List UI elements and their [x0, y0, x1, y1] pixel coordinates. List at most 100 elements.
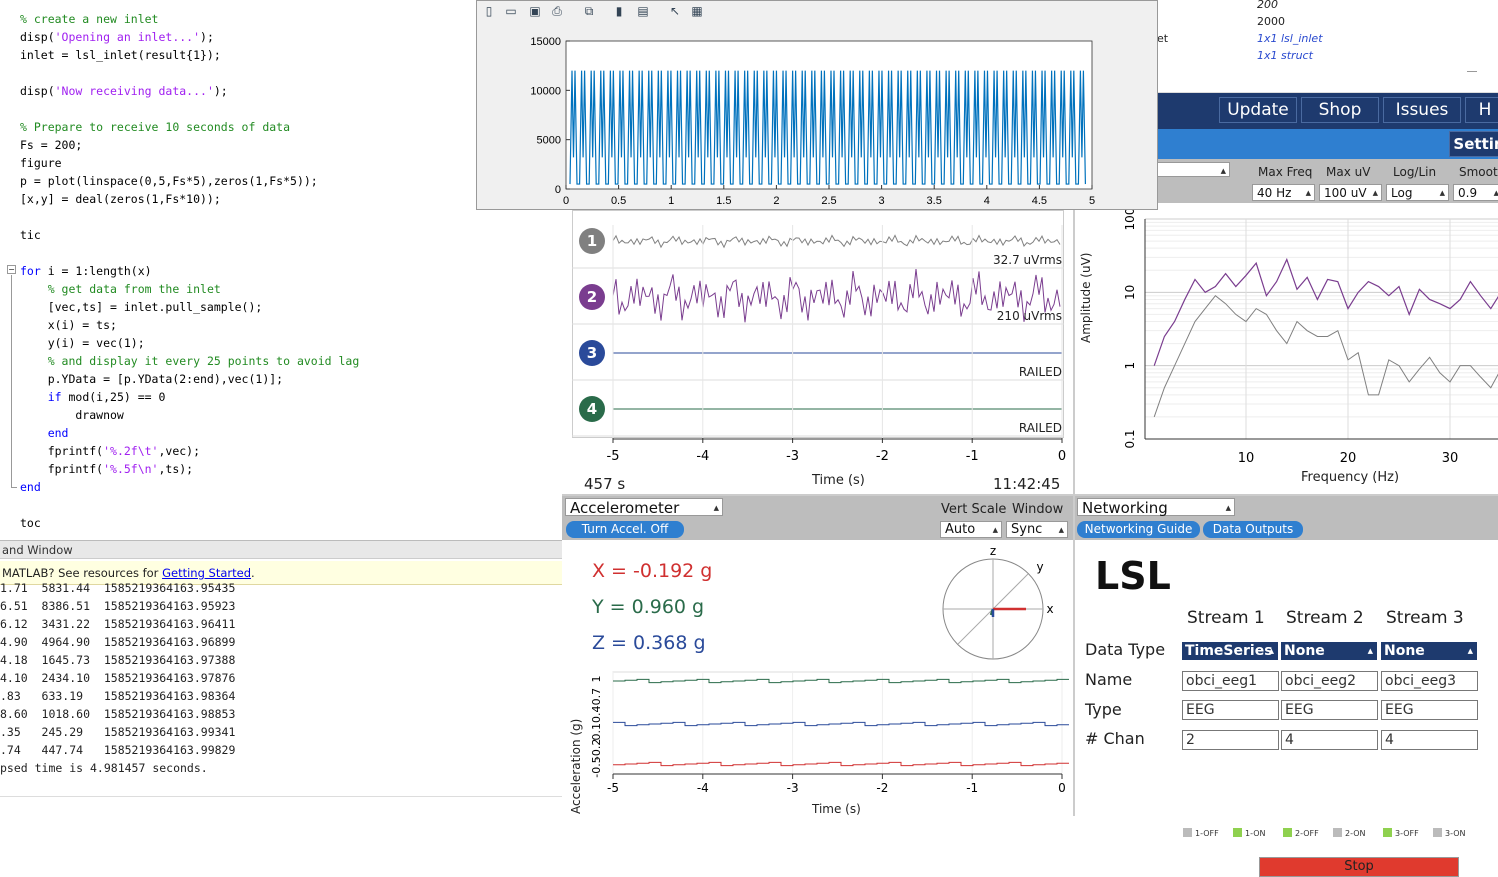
issues-button[interactable]: Issues	[1383, 97, 1461, 123]
code-line[interactable]: y(i) = vec(1);	[20, 334, 145, 352]
code-line[interactable]: inlet = lsl_inlet(result{1});	[20, 46, 221, 64]
pointer-icon[interactable]: ↖	[667, 3, 683, 19]
stream-1-chan-field[interactable]: 2	[1182, 730, 1279, 750]
window-dropdown[interactable]: Sync	[1006, 521, 1068, 538]
save-icon[interactable]: ▣	[527, 3, 543, 19]
matlab-figure-window[interactable]: ▯ ▭ ▣ ⎙ ⧉ ▮ ▤ ↖ ▦ 15000 10000 5000 0 0 0.5 1 1.5 2 2.5 3 3.…	[476, 0, 1158, 210]
code-line[interactable]: p = plot(linspace(0,5,Fs*5),zeros(1,Fs*5…	[20, 172, 318, 190]
stop-button[interactable]: Stop	[1259, 857, 1459, 877]
code-line[interactable]: p.YData = [p.YData(2:end),vec(1)];	[20, 370, 283, 388]
command-window[interactable]: and Window MATLAB? See resources for Get…	[0, 540, 562, 816]
code-line[interactable]: % Prepare to receive 10 seconds of data	[20, 118, 290, 136]
stream-2-datatype-dropdown[interactable]: None	[1281, 642, 1377, 660]
code-line[interactable]: [x,y] = deal(zeros(1,Fs*10));	[20, 190, 221, 208]
code-line[interactable]: Fs = 200;	[20, 136, 82, 154]
code-line[interactable]: drawnow	[20, 406, 124, 424]
smoothing-dropdown[interactable]: 0.9	[1453, 184, 1498, 201]
code-line[interactable]: x(i) = ts;	[20, 316, 117, 334]
accel-y-tick: 0.7	[590, 688, 603, 706]
shop-button[interactable]: Shop	[1301, 97, 1379, 123]
code-line[interactable]: fprintf('%.5f\n',ts);	[20, 460, 193, 478]
figure-y-tick: 5000	[537, 135, 561, 147]
code-line[interactable]: % and display it every 25 points to avoi…	[20, 352, 360, 370]
workspace-value-x: 2000	[1257, 15, 1285, 28]
getting-started-link[interactable]: Getting Started	[162, 566, 251, 580]
code-line[interactable]: end	[20, 424, 69, 442]
colorbar-icon[interactable]: ▮	[611, 3, 627, 19]
stream-2-chan-field[interactable]: 4	[1281, 730, 1378, 750]
data-outputs-button[interactable]: Data Outputs	[1203, 521, 1303, 538]
minimize-icon[interactable]	[1467, 71, 1477, 72]
stream-1-datatype-dropdown[interactable]: TimeSeries	[1182, 642, 1278, 660]
code-line[interactable]: toc	[20, 514, 41, 532]
fold-line	[11, 275, 12, 487]
loglin-dropdown[interactable]: Log	[1386, 184, 1449, 201]
stream-3-chan-field[interactable]: 4	[1381, 730, 1478, 750]
code-token: % and display it every 25 points to avoi…	[47, 354, 360, 368]
update-button[interactable]: Update	[1219, 97, 1297, 123]
code-line[interactable]: for i = 1:length(x)	[20, 262, 152, 280]
networking-guide-button[interactable]: Networking Guide	[1077, 521, 1200, 538]
new-icon[interactable]: ▯	[481, 3, 497, 19]
code-token: '%.2f\t'	[103, 444, 159, 458]
time-series-widget[interactable]: 1 32.7 uVrms 2 210 uVrms 3 RAILED 4 RAILED -5 -4 -…	[562, 210, 1073, 495]
code-token: [vec,ts] = inlet.pull_sample();	[20, 300, 263, 314]
fft-x-tick: 20	[1340, 451, 1357, 466]
output-line: .74 447.74 1585219364163.99829	[0, 743, 236, 757]
print-icon[interactable]: ⎙	[549, 3, 565, 19]
channel-1-trace	[612, 234, 1061, 249]
stream-3-name-field[interactable]: obci_eeg3	[1381, 671, 1478, 691]
code-token: ,vec);	[158, 444, 201, 458]
code-line[interactable]: disp('Now receiving data...');	[20, 82, 228, 100]
fft-widget-select[interactable]	[1157, 162, 1230, 179]
fft-y-tick: 1	[1123, 362, 1137, 370]
legend-icon[interactable]: ▤	[635, 3, 651, 19]
figure-x-tick: 4	[984, 195, 990, 207]
output-line: .83 633.19 1585219364163.98364	[0, 689, 236, 703]
code-line[interactable]: if mod(i,25) == 0	[20, 388, 166, 406]
code-line[interactable]: disp('Opening an inlet...');	[20, 28, 214, 46]
code-token: drawnow	[20, 408, 124, 422]
help-button[interactable]: H	[1465, 97, 1498, 123]
stream-1-name-field[interactable]: obci_eeg1	[1182, 671, 1279, 691]
compass-label: x	[1046, 602, 1053, 616]
stream-1-type-field[interactable]: EEG	[1182, 700, 1279, 720]
link-icon[interactable]: ⧉	[581, 3, 597, 19]
code-line[interactable]: fprintf('%.2f\t',vec);	[20, 442, 200, 460]
fft-widget[interactable]: 100 10 1 0.1 10 20 30 Amplitude (uV) Frequency…	[1075, 203, 1498, 495]
fold-marker[interactable]: −	[7, 265, 16, 274]
networking-widget-select[interactable]: Networking	[1077, 498, 1235, 517]
stream-3-type-field[interactable]: EEG	[1381, 700, 1478, 720]
stream-2-header: Stream 2	[1286, 608, 1364, 628]
networking-widget[interactable]: Networking Networking Guide Data Outputs…	[1075, 496, 1498, 877]
code-line[interactable]: end	[20, 478, 41, 496]
figure-x-tick: 0	[563, 195, 569, 207]
code-line[interactable]: % get data from the inlet	[20, 280, 221, 298]
accel-widget-select[interactable]: Accelerometer	[565, 498, 723, 517]
legend-item: 3-OFF	[1383, 828, 1419, 838]
output-line: psed time is 4.981457 seconds.	[0, 761, 208, 775]
legend-item: 3-ON	[1433, 828, 1465, 838]
settings-button[interactable]: Settin	[1449, 131, 1498, 157]
property-icon[interactable]: ▦	[689, 3, 705, 19]
workspace-panel[interactable]: 200 2000 et 1x1 lsl_inlet 1x1 struct	[1157, 0, 1498, 65]
stream-2-type-field[interactable]: EEG	[1281, 700, 1378, 720]
fft-y-tick: 100	[1123, 208, 1137, 231]
open-icon[interactable]: ▭	[503, 3, 519, 19]
accelerometer-widget[interactable]: Accelerometer Vert Scale Window Auto Syn…	[562, 496, 1073, 816]
vert-scale-dropdown[interactable]: Auto	[940, 521, 1002, 538]
code-line[interactable]: [vec,ts] = inlet.pull_sample();	[20, 298, 263, 316]
maxfreq-dropdown[interactable]: 40 Hz	[1252, 184, 1315, 201]
stream-3-datatype-dropdown[interactable]: None	[1381, 642, 1477, 660]
code-line[interactable]: figure	[20, 154, 62, 172]
maxuv-dropdown[interactable]: 100 uV	[1319, 184, 1382, 201]
code-line[interactable]: tic	[20, 226, 41, 244]
banner-end: .	[251, 566, 255, 580]
accel-x-label: Time (s)	[812, 802, 861, 816]
stream-2-name-field[interactable]: obci_eeg2	[1281, 671, 1378, 691]
banner-text: MATLAB? See resources for	[2, 566, 163, 580]
accel-toggle-button[interactable]: Turn Accel. Off	[566, 521, 684, 538]
fft-loglin-label: Log/Lin	[1393, 165, 1437, 179]
code-line[interactable]: % create a new inlet	[20, 10, 158, 28]
